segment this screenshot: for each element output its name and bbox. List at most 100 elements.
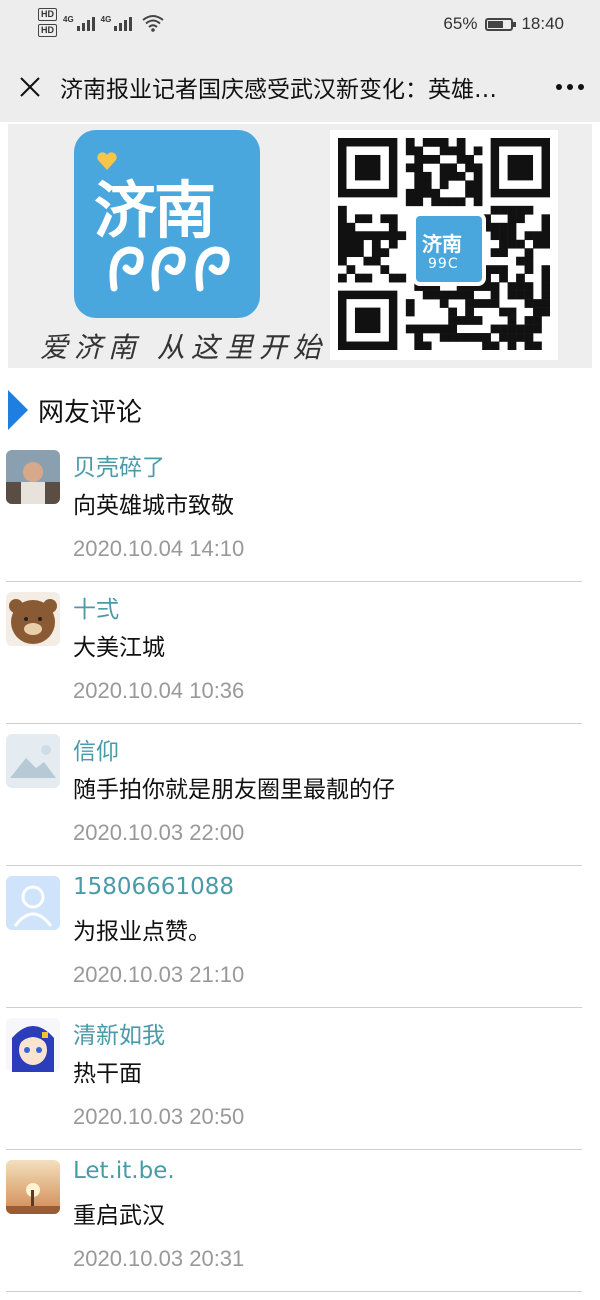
qr-module	[516, 333, 525, 342]
qr-module	[465, 180, 474, 190]
comment-item: 信仰 随手拍你就是朋友圈里最靓的仔 2020.10.03 22:00	[6, 724, 582, 866]
commenter-name[interactable]: 贝壳碎了	[73, 448, 165, 482]
qr-module	[482, 333, 491, 342]
qr-module	[473, 171, 483, 181]
qr-module	[346, 231, 356, 241]
commenter-name[interactable]: 信仰	[73, 732, 119, 766]
qr-module	[473, 188, 483, 198]
avatar[interactable]	[6, 1160, 60, 1214]
qr-module	[388, 239, 398, 249]
qr-module	[541, 282, 550, 291]
qr-module	[431, 197, 441, 207]
comment-item: Let.it.be. 重启武汉 2020.10.03 20:31	[6, 1150, 582, 1292]
clock: 18:40	[521, 14, 564, 33]
qr-module	[533, 231, 542, 241]
qr-module	[338, 214, 347, 224]
avatar[interactable]	[6, 592, 60, 646]
qr-module	[516, 290, 525, 300]
qr-module	[363, 231, 373, 241]
qr-module	[456, 197, 466, 207]
qr-module	[533, 324, 542, 334]
qr-module	[473, 333, 483, 342]
qr-module	[490, 248, 500, 258]
qr-module	[524, 256, 534, 266]
qr-module	[405, 197, 415, 207]
qr-module	[448, 307, 458, 317]
qr-module	[388, 214, 398, 224]
qr-module	[541, 231, 550, 241]
comments-header: 网友评论	[8, 388, 142, 432]
qr-module	[516, 205, 525, 215]
qr-module	[524, 324, 534, 334]
qr-module	[422, 290, 432, 300]
qr-module	[439, 324, 449, 334]
hd-indicators: HD HD	[38, 8, 57, 37]
logo-text: 济南	[94, 174, 216, 247]
comment-item: 15806661088 为报业点赞。 2020.10.03 21:10	[6, 866, 582, 1008]
qr-module	[363, 273, 373, 283]
comment-time: 2020.10.03 20:31	[73, 1246, 245, 1271]
status-right: 65% 18:40	[443, 14, 564, 34]
avatar[interactable]	[6, 734, 60, 788]
qr-module	[524, 248, 534, 258]
qr-module	[414, 163, 424, 173]
qr-module	[422, 138, 432, 147]
section-title: 网友评论	[38, 397, 143, 428]
qr-module	[422, 171, 432, 181]
qr-module	[533, 299, 542, 308]
qr-module	[533, 307, 542, 317]
qr-module	[380, 231, 390, 241]
qr-module	[499, 205, 508, 215]
title-bar: 济南报业记者国庆感受武汉新变化：英雄…	[0, 52, 600, 122]
qr-module	[439, 180, 449, 190]
qr-finder	[507, 154, 534, 181]
avatar[interactable]	[6, 450, 60, 504]
qr-module	[414, 333, 424, 342]
more-button[interactable]	[540, 52, 600, 122]
hd-badge: HD	[38, 8, 57, 21]
close-button[interactable]	[0, 52, 60, 122]
qr-module	[490, 324, 500, 334]
qr-module	[405, 163, 415, 173]
avatar[interactable]	[6, 1018, 60, 1072]
qr-module	[448, 146, 458, 156]
qr-module	[371, 256, 381, 266]
qr-module	[465, 316, 474, 325]
qr-module	[405, 146, 415, 156]
qr-module	[507, 324, 517, 334]
qr-module	[533, 316, 542, 325]
commenter-name[interactable]: 十弍	[73, 590, 119, 624]
qr-module	[346, 222, 356, 232]
qr-module	[465, 307, 474, 317]
commenter-name[interactable]: 15806661088	[73, 874, 234, 900]
battery-percent: 65%	[443, 14, 478, 33]
qr-module	[524, 341, 534, 350]
qr-module	[414, 146, 424, 156]
qr-module	[414, 197, 424, 207]
qr-module	[465, 299, 474, 308]
qr-module	[473, 163, 483, 173]
qr-module	[354, 239, 364, 249]
hd-badge: HD	[38, 24, 57, 37]
qr-module	[516, 239, 525, 249]
qr-module	[524, 299, 534, 308]
qr-module	[524, 333, 534, 342]
commenter-name[interactable]: 清新如我	[73, 1016, 165, 1050]
commenter-name[interactable]: Let.it.be.	[73, 1158, 175, 1184]
qr-module	[507, 222, 517, 232]
status-bar: HD HD 4G 4G 65% 18:40	[0, 0, 600, 52]
qr-module	[473, 197, 483, 207]
qr-module	[448, 197, 458, 207]
qr-module	[397, 231, 407, 241]
qr-module	[431, 138, 441, 147]
qr-module	[354, 273, 364, 283]
qr-module	[490, 282, 500, 291]
qr-module	[439, 171, 449, 181]
avatar[interactable]	[6, 876, 60, 930]
signal-icon: 4G	[63, 15, 95, 31]
qr-module	[473, 180, 483, 190]
section-marker-icon	[8, 390, 28, 430]
qr-module	[422, 341, 432, 350]
qr-module	[354, 231, 364, 241]
qr-module	[507, 239, 517, 249]
